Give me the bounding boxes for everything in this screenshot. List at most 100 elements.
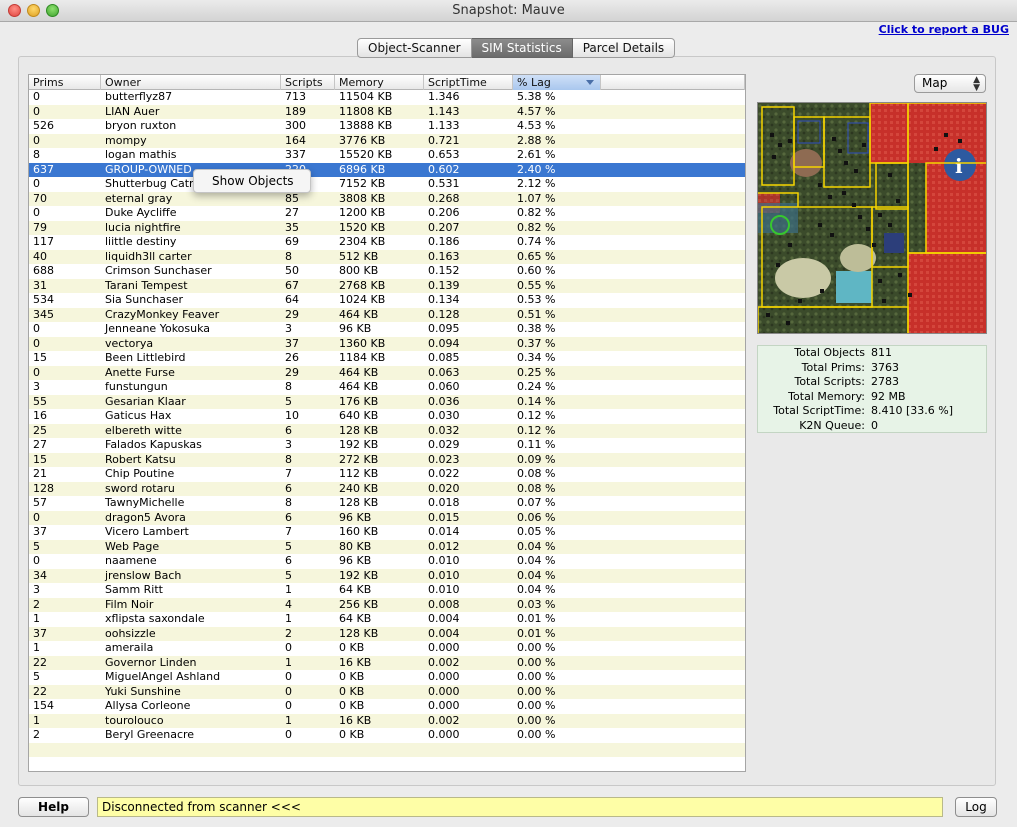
table-row[interactable]: 637GROUP-OWNED2206896 KB0.6022.40 % [29,162,745,177]
table-row[interactable]: 0 Anette Furse 29 464 KB 0.063 0.25 % [29,365,745,380]
table-cell: 64 KB [339,583,372,596]
table-cell: 0.82 % [517,206,556,219]
table-row[interactable]: 0 butterflyz87 713 11504 KB 1.346 5.38 % [29,90,745,105]
column-header-lag[interactable]: % Lag [513,75,601,90]
table-cell: Governor Linden [105,655,197,669]
report-bug-link[interactable]: Click to report a BUG [879,23,1009,36]
table-cell: 160 KB [339,525,379,538]
stat-label: Total Scripts: [794,375,865,388]
table-row[interactable]: 15 Robert Katsu 8 272 KB 0.023 0.09 % [29,452,745,467]
table-cell: 0 [33,554,40,567]
region-map[interactable]: i [757,102,987,334]
context-menu-show-objects[interactable]: Show Objects [193,169,311,193]
table-cell: 0 [33,336,40,350]
tab-sim-statistics[interactable]: SIM Statistics [471,38,573,58]
table-cell: 0.012 [428,539,460,553]
column-header-scripts[interactable]: Scripts [281,75,335,90]
table-cell: 0.08 % [517,481,556,495]
table-cell: 464 KB [339,365,379,379]
table-row[interactable]: 0 Shutterbug Catr 7152 KB 0.531 2.12 % [29,177,745,192]
table-row[interactable]: 16 Gaticus Hax 10 640 KB 0.030 0.12 % [29,409,745,424]
table-row[interactable]: 22 Governor Linden 1 16 KB 0.002 0.00 % [29,655,745,670]
table-row[interactable]: 688 Crimson Sunchaser 50 800 KB 0.152 0.60 % [29,264,745,279]
table-cell: 3 [285,322,292,335]
table-row[interactable]: 0 naamene 6 96 KB 0.010 0.04 % [29,554,745,569]
map-view-select-value: Map [922,76,948,90]
table-row[interactable]: 79 lucia nightfire 35 1520 KB 0.207 0.82 % [29,220,745,235]
table-row[interactable]: 0 mompy 164 3776 KB 0.721 2.88 % [29,133,745,148]
table-cell: 464 KB [339,380,379,393]
table-cell [513,772,601,773]
table-row[interactable]: 534 Sia Sunchaser 64 1024 KB 0.134 0.53 % [29,293,745,308]
table-cell: naamene [105,554,157,567]
table-cell: 0.004 [428,626,460,640]
table-cell: 0.00 % [517,713,556,727]
table-row[interactable]: 31 Tarani Tempest 67 2768 KB 0.139 0.55 % [29,278,745,293]
table-row[interactable]: 57 TawnyMichelle 8 128 KB 0.018 0.07 % [29,496,745,511]
table-row[interactable]: 154 Allysa Corleone 0 0 KB 0.000 0.00 % [29,699,745,714]
column-header-prims[interactable]: Prims [29,75,101,90]
table-row[interactable]: 0 Jenneane Yokosuka 3 96 KB 0.095 0.38 % [29,322,745,337]
map-view-select[interactable]: Map ▲ ▼ [914,74,986,93]
table-row[interactable]: 2 Beryl Greenacre 0 0 KB 0.000 0.00 % [29,728,745,743]
stat-total-prims: Total Prims: 3763 [758,361,986,376]
table-row[interactable]: 37 Vicero Lambert 7 160 KB 0.014 0.05 % [29,525,745,540]
table-row[interactable]: 55 Gesarian Klaar 5 176 KB 0.036 0.14 % [29,394,745,409]
table-row[interactable]: 40 liquidh3ll carter 8 512 KB 0.163 0.65 % [29,249,745,264]
table-cell: 0.55 % [517,278,556,292]
status-bar: Disconnected from scanner <<< [97,797,943,817]
table-cell: 67 [285,278,299,292]
table-row[interactable]: 25 elbereth witte 6 128 KB 0.032 0.12 % [29,423,745,438]
column-header-memory[interactable]: Memory [335,75,424,90]
table-row[interactable]: 3 funstungun 8 464 KB 0.060 0.24 % [29,380,745,395]
table-row[interactable]: 34 jrenslow Bach 5 192 KB 0.010 0.04 % [29,568,745,583]
table-cell: 6 [285,423,292,437]
table-row[interactable]: 117 liittle destiny 69 2304 KB 0.186 0.74 % [29,235,745,250]
log-button[interactable]: Log [955,797,997,817]
table-row[interactable]: 5 Web Page 5 80 KB 0.012 0.04 % [29,539,745,554]
table-row[interactable]: 3 Samm Ritt 1 64 KB 0.010 0.04 % [29,583,745,598]
table-row[interactable]: 1 tourolouco 1 16 KB 0.002 0.00 % [29,713,745,728]
table-cell: 112 KB [339,467,379,480]
table-row[interactable]: 70 eternal gray 85 3808 KB 0.268 1.07 % [29,191,745,206]
table-row[interactable]: 2 Film Noir 4 256 KB 0.008 0.03 % [29,597,745,612]
column-header-owner[interactable]: Owner [101,75,281,90]
owner-stats-table[interactable]: Prims Owner Scripts Memory ScriptTime % … [28,74,746,772]
table-row[interactable]: 5 MiguelAngel Ashland 0 0 KB 0.000 0.00 % [29,670,745,685]
help-button[interactable]: Help [18,797,89,817]
table-row[interactable]: 37 oohsizzle 2 128 KB 0.004 0.01 % [29,626,745,641]
table-row[interactable]: 0 Duke Aycliffe 27 1200 KB 0.206 0.82 % [29,206,745,221]
table-cell-filler [601,105,745,120]
table-row[interactable]: 21 Chip Poutine 7 112 KB 0.022 0.08 % [29,467,745,482]
table-row[interactable]: 15 Been Littlebird 26 1184 KB 0.085 0.34 % [29,351,745,366]
table-row[interactable]: 345 CrazyMonkey Feaver 29 464 KB 0.128 0.51 % [29,307,745,322]
tab-parcel-details[interactable]: Parcel Details [572,38,676,58]
table-cell [424,757,513,771]
table-row[interactable]: 8 logan mathis 337 15520 KB 0.653 2.61 % [29,148,745,163]
table-cell-filler [601,511,745,526]
table-row[interactable]: 128 sword rotaru 6 240 KB 0.020 0.08 % [29,481,745,496]
table-row[interactable]: 0 vectorya 37 1360 KB 0.094 0.37 % [29,336,745,351]
table-cell-filler [601,612,745,627]
table-cell: 128 KB [339,423,379,437]
table-cell: 0.721 [428,133,460,147]
table-row[interactable]: 0 dragon5 Avora 6 96 KB 0.015 0.06 % [29,510,745,526]
tab-object-scanner[interactable]: Object-Scanner [357,38,472,58]
table-cell: 6 [285,554,292,567]
table-cell: 0.163 [428,249,460,263]
table-cell: 0.602 [428,162,460,176]
table-row[interactable]: 22 Yuki Sunshine 0 0 KB 0.000 0.00 % [29,684,745,699]
table-row[interactable]: 526 bryon ruxton 300 13888 KB 1.133 4.53 % [29,119,745,134]
table-row[interactable]: 1 xflipsta saxondale 1 64 KB 0.004 0.01 % [29,612,745,627]
table-row[interactable]: 1 ameraila 0 0 KB 0.000 0.00 % [29,641,745,656]
table-cell: 34 [33,568,47,582]
table-cell: butterflyz87 [105,90,173,103]
table-cell [281,743,335,758]
table-row[interactable]: 27 Falados Kapuskas 3 192 KB 0.029 0.11 % [29,438,745,453]
table-cell: 0 [285,670,292,683]
table-cell: 1.346 [428,90,460,103]
table-row[interactable]: 0 LIAN Auer 189 11808 KB 1.143 4.57 % [29,104,745,120]
table-cell: 0 KB [339,728,365,741]
table-cell [29,757,101,771]
column-header-scripttime[interactable]: ScriptTime [424,75,513,90]
